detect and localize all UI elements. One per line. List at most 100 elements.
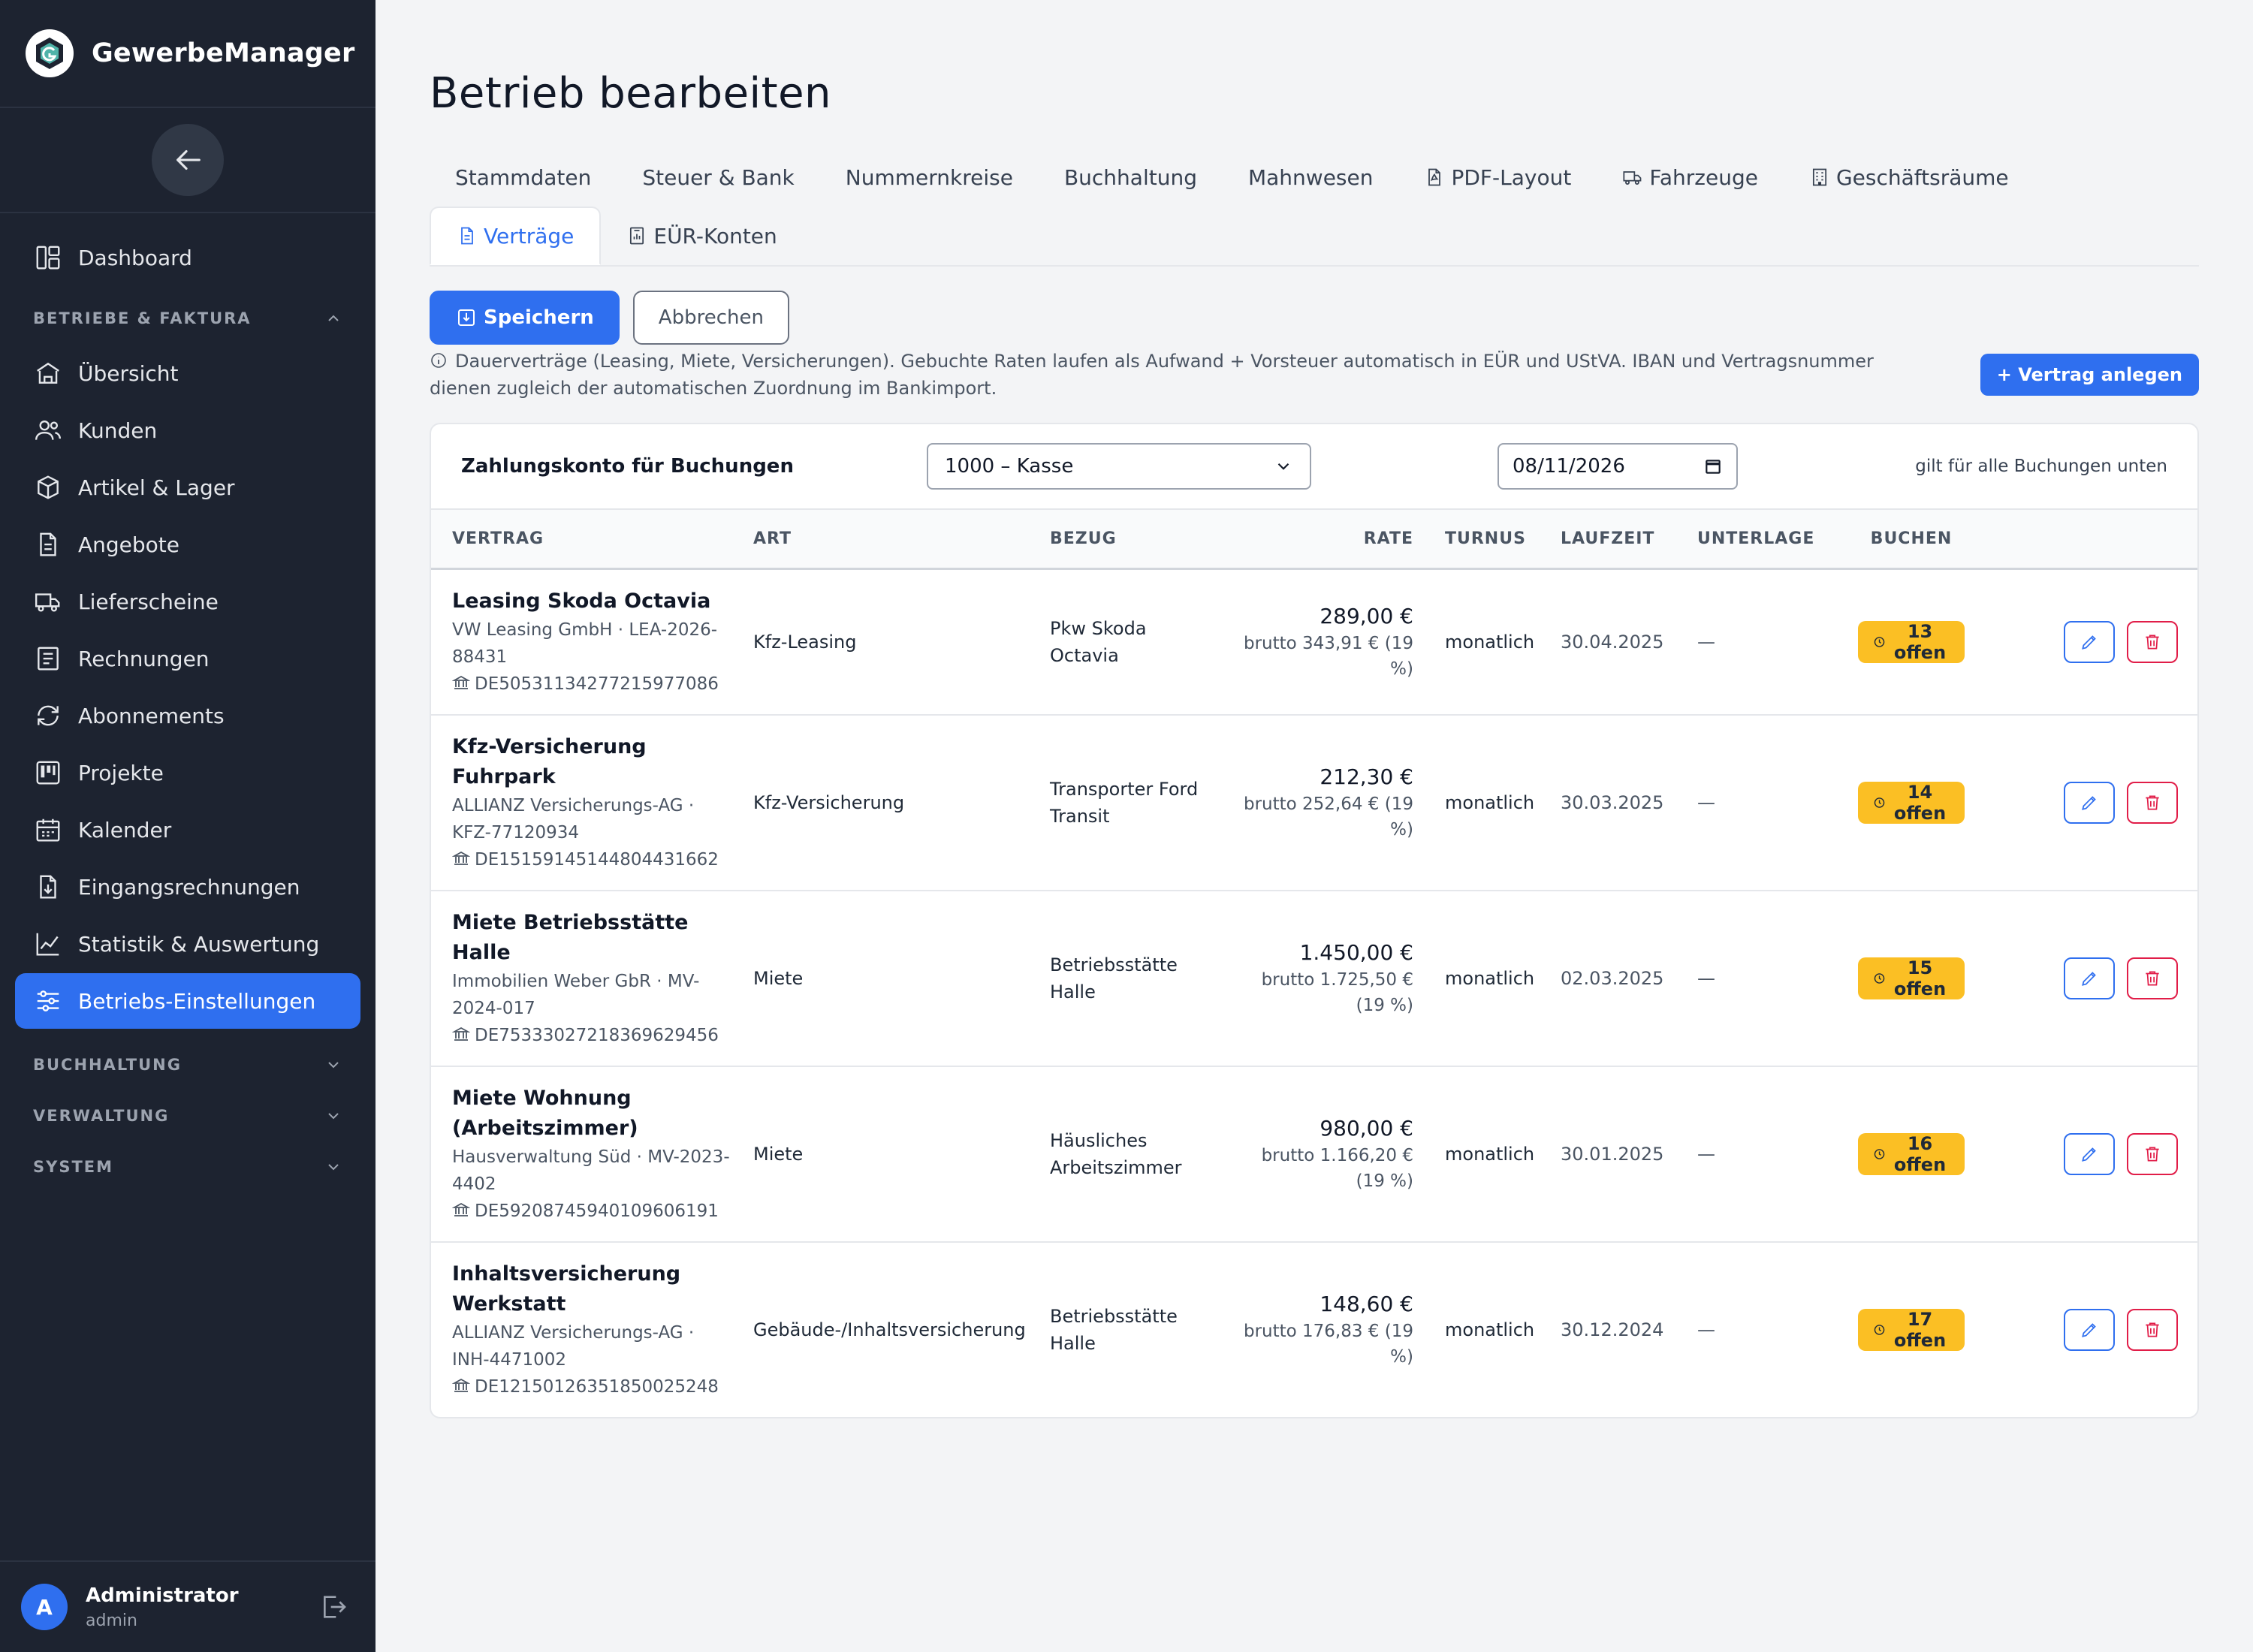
arrow-left-icon bbox=[176, 149, 201, 170]
tab-vertraege[interactable]: Verträge bbox=[430, 206, 602, 265]
chevron-down-icon bbox=[328, 1164, 339, 1171]
section-verwaltung[interactable]: VERWALTUNG bbox=[0, 1090, 376, 1141]
edit-button[interactable] bbox=[2064, 620, 2116, 663]
cell-actions bbox=[1975, 1242, 2197, 1417]
cell-vertrag: Kfz-Versicherung Fuhrpark ALLIANZ Versic… bbox=[431, 715, 743, 891]
users-icon bbox=[33, 415, 63, 445]
col-turnus[interactable]: TURNUS bbox=[1424, 510, 1550, 568]
col-unterlage[interactable]: UNTERLAGE bbox=[1687, 510, 1847, 568]
open-bookings-button[interactable]: 14 offen bbox=[1858, 781, 1965, 824]
sidebar-item-eingangsrechnungen[interactable]: Eingangsrechnungen bbox=[15, 859, 360, 915]
tab-fahrzeuge[interactable]: Fahrzeuge bbox=[1597, 148, 1784, 206]
logout-icon[interactable] bbox=[318, 1592, 348, 1622]
delete-button[interactable] bbox=[2127, 1308, 2178, 1351]
sidebar-item-rechnungen[interactable]: Rechnungen bbox=[15, 631, 360, 686]
open-bookings-button[interactable]: 16 offen bbox=[1858, 1132, 1965, 1175]
contract-title[interactable]: Miete Wohnung (Arbeitszimmer) bbox=[452, 1084, 732, 1144]
col-laufzeit[interactable]: LAUFZEIT bbox=[1550, 510, 1687, 568]
edit-button[interactable] bbox=[2064, 781, 2116, 824]
col-bezug[interactable]: BEZUG bbox=[1039, 510, 1220, 568]
sidebar-item-label: Eingangsrechnungen bbox=[78, 874, 300, 900]
section-betriebe-faktura[interactable]: BETRIEBE & FAKTURA bbox=[0, 293, 376, 344]
cell-rate: 289,00 € brutto 343,91 € (19 %) bbox=[1220, 568, 1424, 715]
collapse-sidebar-button[interactable] bbox=[152, 124, 224, 196]
sidebar-item-label: Angebote bbox=[78, 532, 180, 557]
sidebar-item-statistik[interactable]: Statistik & Auswertung bbox=[15, 916, 360, 972]
contract-subtitle: VW Leasing GmbH · LEA-2026-88431 bbox=[452, 620, 718, 667]
rate-net: 980,00 € bbox=[1320, 1115, 1413, 1141]
chevron-down-icon bbox=[1277, 463, 1289, 470]
table-row: Kfz-Versicherung Fuhrpark ALLIANZ Versic… bbox=[431, 715, 2197, 891]
sidebar-item-abonnements[interactable]: Abonnements bbox=[15, 688, 360, 743]
edit-button[interactable] bbox=[2064, 1132, 2116, 1175]
section-system[interactable]: SYSTEM bbox=[0, 1141, 376, 1192]
delete-button[interactable] bbox=[2127, 1132, 2178, 1175]
sidebar-item-betriebs-einstellungen[interactable]: Betriebs-Einstellungen bbox=[15, 973, 360, 1029]
cell-art: Miete bbox=[753, 967, 804, 989]
sidebar-item-angebote[interactable]: Angebote bbox=[15, 517, 360, 572]
cell-bezug: Betriebsstätte Halle bbox=[1050, 1305, 1178, 1354]
tab-pdf-layout[interactable]: PDF-Layout bbox=[1398, 148, 1597, 206]
contract-iban: DE12150126351850025248 bbox=[451, 1373, 732, 1400]
rate-gross: brutto 176,83 € (19 %) bbox=[1243, 1321, 1413, 1367]
chevron-down-icon bbox=[328, 1113, 339, 1120]
contract-title[interactable]: Inhaltsversicherung Werkstatt bbox=[452, 1259, 732, 1319]
cell-art: Miete bbox=[753, 1143, 804, 1165]
ledger-icon bbox=[630, 227, 644, 245]
tab-steuer-bank[interactable]: Steuer & Bank bbox=[617, 148, 819, 206]
save-button[interactable]: Speichern bbox=[430, 291, 620, 345]
sidebar-item-uebersicht[interactable]: Übersicht bbox=[15, 345, 360, 401]
table-row: Inhaltsversicherung Werkstatt ALLIANZ Ve… bbox=[431, 1242, 2197, 1417]
building-icon bbox=[33, 358, 63, 388]
tab-label: Verträge bbox=[484, 223, 575, 249]
new-contract-button[interactable]: + Vertrag anlegen bbox=[1980, 354, 2199, 396]
delete-button[interactable] bbox=[2127, 957, 2178, 999]
cell-bezug: Transporter Ford Transit bbox=[1050, 778, 1199, 827]
tab-geschaeftsraeume[interactable]: Geschäftsräume bbox=[1784, 148, 2034, 206]
col-vertrag[interactable]: VERTRAG bbox=[431, 510, 743, 568]
delete-button[interactable] bbox=[2127, 781, 2178, 824]
booking-date-input[interactable]: 08/11/2026 bbox=[1497, 443, 1738, 490]
open-bookings-button[interactable]: 17 offen bbox=[1858, 1308, 1965, 1351]
sidebar-item-label: Statistik & Auswertung bbox=[78, 931, 320, 957]
cell-buchen: 17 offen bbox=[1847, 1242, 1975, 1417]
edit-button[interactable] bbox=[2064, 1308, 2116, 1351]
info-icon bbox=[431, 353, 446, 368]
calendar-icon[interactable] bbox=[1703, 457, 1723, 476]
tab-buchhaltung[interactable]: Buchhaltung bbox=[1039, 148, 1223, 206]
cancel-button[interactable]: Abbrechen bbox=[632, 291, 789, 345]
col-buchen[interactable]: BUCHEN bbox=[1847, 510, 1975, 568]
cell-vertrag: Miete Betriebsstätte Halle Immobilien We… bbox=[431, 891, 743, 1066]
open-bookings-button[interactable]: 15 offen bbox=[1858, 957, 1965, 999]
delete-button[interactable] bbox=[2127, 620, 2178, 663]
contract-iban: DE75333027218369629456 bbox=[451, 1022, 732, 1049]
section-buchhaltung[interactable]: BUCHHALTUNG bbox=[0, 1039, 376, 1090]
contract-subtitle: ALLIANZ Versicherungs-AG · INH-4471002 bbox=[452, 1322, 695, 1370]
sidebar-item-dashboard[interactable]: Dashboard bbox=[15, 230, 360, 285]
open-count: 14 offen bbox=[1893, 781, 1947, 824]
chart-icon bbox=[33, 929, 63, 959]
tab-mahnwesen[interactable]: Mahnwesen bbox=[1223, 148, 1399, 206]
contracts-table: VERTRAG ART BEZUG RATE TURNUS LAUFZEIT U… bbox=[431, 510, 2197, 1417]
box-icon bbox=[33, 472, 63, 502]
sidebar-item-projekte[interactable]: Projekte bbox=[15, 745, 360, 800]
contract-title[interactable]: Kfz-Versicherung Fuhrpark bbox=[452, 732, 732, 792]
col-rate[interactable]: RATE bbox=[1220, 510, 1424, 568]
tab-stammdaten[interactable]: Stammdaten bbox=[430, 148, 617, 206]
payment-account-select[interactable]: 1000 – Kasse bbox=[927, 443, 1311, 490]
tab-nummernkreise[interactable]: Nummernkreise bbox=[820, 148, 1039, 206]
contract-title[interactable]: Leasing Skoda Octavia bbox=[452, 586, 732, 616]
sidebar-item-kunden[interactable]: Kunden bbox=[15, 402, 360, 458]
col-art[interactable]: ART bbox=[743, 510, 1039, 568]
contract-title[interactable]: Miete Betriebsstätte Halle bbox=[452, 908, 732, 968]
sidebar-item-artikel-lager[interactable]: Artikel & Lager bbox=[15, 460, 360, 515]
bank-icon bbox=[451, 1202, 471, 1216]
edit-button[interactable] bbox=[2064, 957, 2116, 999]
open-bookings-button[interactable]: 13 offen bbox=[1858, 620, 1965, 663]
avatar[interactable]: A bbox=[21, 1584, 68, 1630]
cell-art: Kfz-Leasing bbox=[753, 631, 857, 653]
sidebar-item-lieferscheine[interactable]: Lieferscheine bbox=[15, 574, 360, 629]
sidebar-item-kalender[interactable]: Kalender bbox=[15, 802, 360, 858]
tab-eur-konten[interactable]: EÜR-Konten bbox=[601, 206, 802, 265]
tab-label: Geschäftsräume bbox=[1835, 164, 2009, 190]
